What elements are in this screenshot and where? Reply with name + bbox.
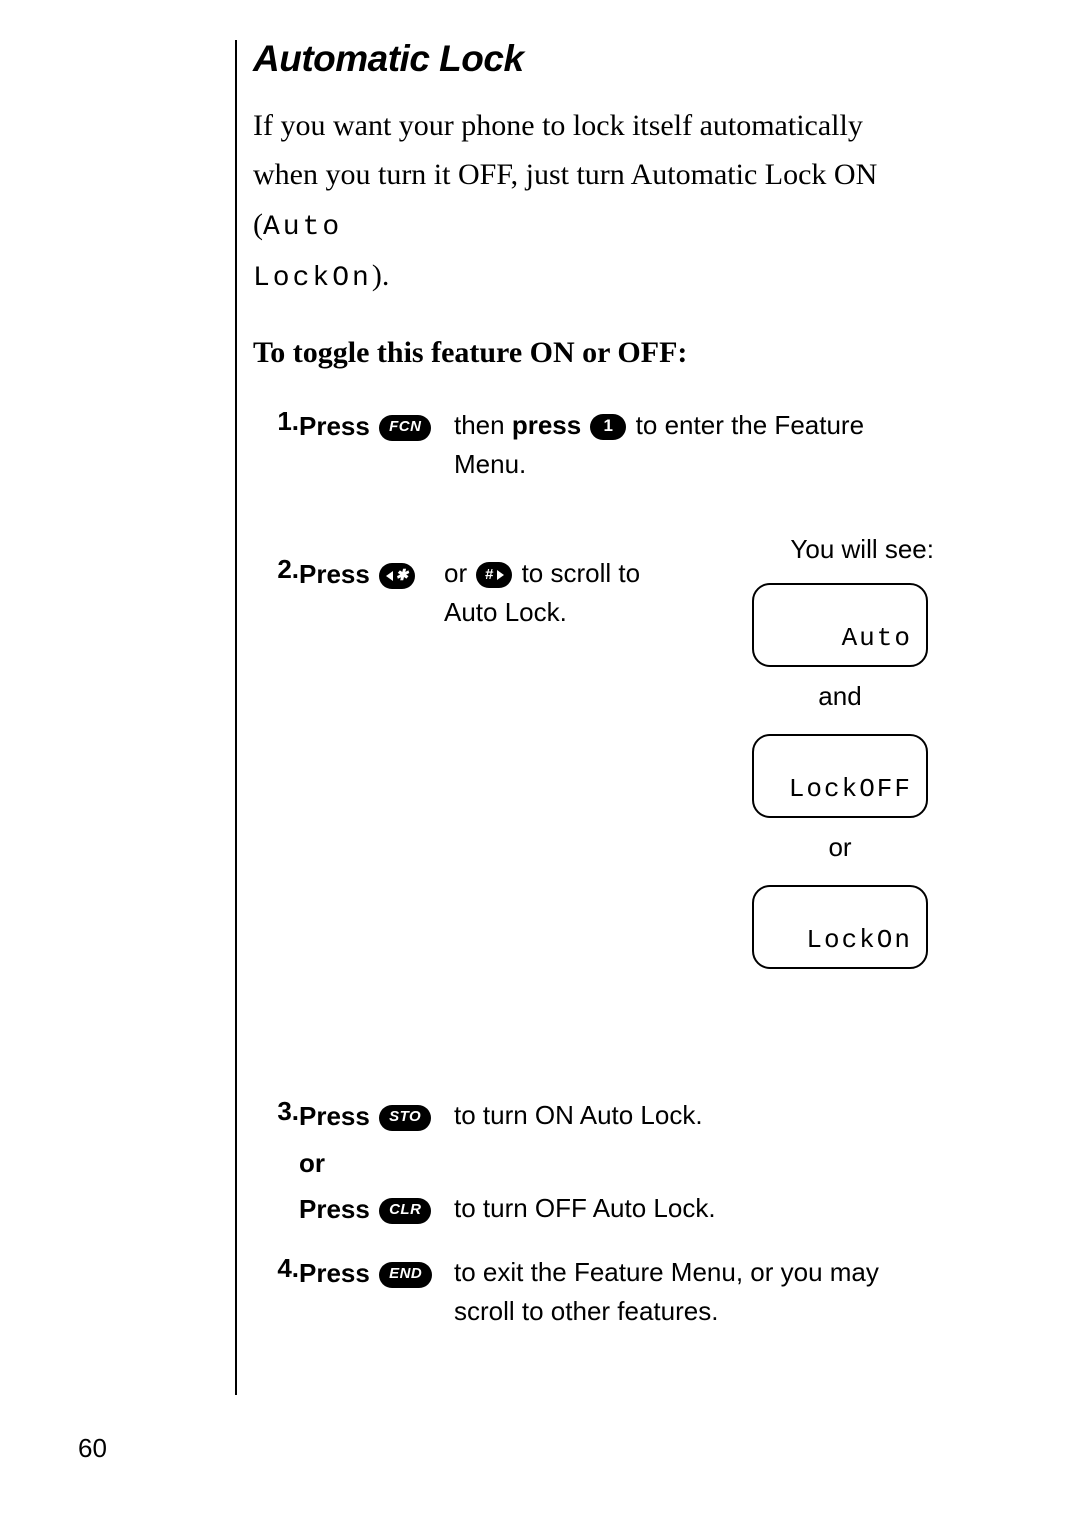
press-label: Press bbox=[299, 559, 370, 589]
press-label: Press bbox=[299, 1101, 370, 1131]
or-text-bold: or bbox=[299, 1148, 325, 1178]
or-text: or bbox=[444, 558, 474, 588]
display-preview-column: You will see: Auto and LockOFF or LockOn bbox=[740, 534, 940, 983]
press-label: Press bbox=[299, 411, 370, 441]
and-label: and bbox=[740, 681, 940, 712]
lcd-display-lockoff: LockOFF bbox=[752, 734, 928, 818]
intro-paragraph: If you want your phone to lock itself au… bbox=[253, 101, 935, 302]
step-description: to turn OFF Auto Lock. bbox=[454, 1189, 935, 1228]
sub-heading: To toggle this feature ON or OFF: bbox=[253, 336, 935, 370]
page-number: 60 bbox=[78, 1433, 107, 1464]
hash-glyph: # bbox=[485, 563, 494, 587]
press-label-2: press bbox=[512, 410, 581, 440]
step-command: Press CLR bbox=[299, 1189, 454, 1229]
lcd-display-lockon: LockOn bbox=[752, 885, 928, 969]
lcd-text: Auto bbox=[842, 623, 912, 653]
clr-button-icon: CLR bbox=[379, 1198, 431, 1224]
you-will-see-label: You will see: bbox=[740, 534, 940, 565]
sto-button-icon: STO bbox=[379, 1105, 431, 1131]
star-left-button-icon: ✱ bbox=[379, 563, 415, 589]
section-title: Automatic Lock bbox=[253, 40, 935, 79]
triangle-right-icon bbox=[497, 570, 504, 580]
press-label: Press bbox=[299, 1258, 370, 1288]
step-2: 2. Press ✱ or # to scroll to Auto Lock. bbox=[253, 554, 693, 632]
step-number: 2. bbox=[253, 554, 299, 585]
triangle-left-icon bbox=[386, 571, 393, 581]
step-1: 1. Press FCN then press 1 to enter the F… bbox=[253, 406, 935, 484]
end-button-icon: END bbox=[379, 1262, 432, 1288]
or-label: or bbox=[740, 832, 940, 863]
lcd-display-auto: Auto bbox=[752, 583, 928, 667]
step-4: 4. Press END to exit the Feature Menu, o… bbox=[253, 1253, 935, 1331]
step-description: to exit the Feature Menu, or you may scr… bbox=[454, 1253, 935, 1331]
step-command: Press ✱ bbox=[299, 554, 444, 594]
step-description: or # to scroll to Auto Lock. bbox=[444, 554, 693, 632]
intro-close: ). bbox=[372, 259, 390, 292]
fcn-button-icon: FCN bbox=[379, 415, 431, 441]
intro-text: If you want your phone to lock itself au… bbox=[253, 109, 877, 241]
step-3a: 3. Press STO to turn ON Auto Lock. bbox=[253, 1096, 935, 1136]
step-command: Press STO bbox=[299, 1096, 454, 1136]
lcd-text-auto: Auto bbox=[263, 212, 342, 243]
step-command: Press FCN bbox=[299, 406, 454, 446]
step-3-or: or bbox=[253, 1143, 935, 1183]
hash-right-button-icon: # bbox=[476, 562, 512, 588]
step-2-block: You will see: Auto and LockOFF or LockOn… bbox=[253, 554, 935, 1056]
step-description: then press 1 to enter the Feature Menu. bbox=[454, 406, 935, 484]
step-description: to turn ON Auto Lock. bbox=[454, 1096, 935, 1135]
step-number: 3. bbox=[253, 1096, 299, 1127]
star-glyph: ✱ bbox=[396, 564, 409, 588]
lcd-text: LockOn bbox=[806, 925, 912, 955]
lcd-text: LockOFF bbox=[789, 774, 912, 804]
or-label: or bbox=[299, 1143, 454, 1183]
step-number: 4. bbox=[253, 1253, 299, 1284]
lcd-text-lockon: LockOn bbox=[253, 263, 372, 294]
step-number: 1. bbox=[253, 406, 299, 437]
press-label: Press bbox=[299, 1194, 370, 1224]
step-3b: Press CLR to turn OFF Auto Lock. bbox=[253, 1189, 935, 1229]
manual-page: Automatic Lock If you want your phone to… bbox=[235, 40, 935, 1395]
step-command: Press END bbox=[299, 1253, 454, 1293]
text-then: then bbox=[454, 410, 512, 440]
one-button-icon: 1 bbox=[590, 414, 626, 440]
